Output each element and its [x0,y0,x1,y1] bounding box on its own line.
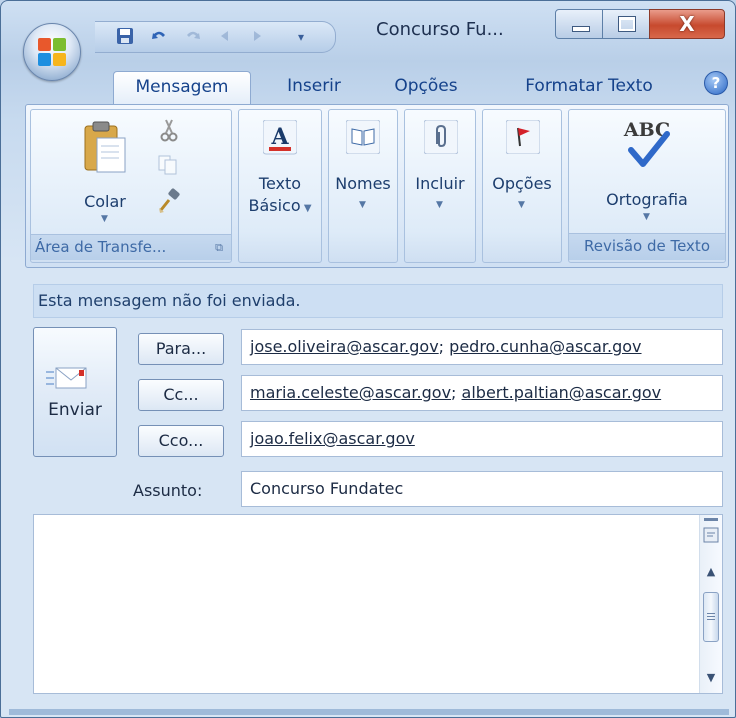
group-revisao-de-texto: ABC Ortografia ▼ Revisão de Texto [568,109,726,263]
address-book-icon [346,120,380,154]
clipboard-group-title: Área de Transfe... [35,238,167,256]
office-logo-icon [38,38,66,66]
bottom-border [9,709,729,715]
message-body-text [34,515,722,527]
paste-button[interactable]: Colar ▼ [77,116,133,226]
cut-icon[interactable] [159,118,179,142]
vertical-scrollbar[interactable]: ▲ ▼ [699,515,722,693]
ribbon: Colar ▼ Área de Transfe... ⧉ A Texto Bás… [25,104,729,268]
office-button[interactable] [23,23,81,81]
tab-formatar-texto[interactable]: Formatar Texto [509,71,669,105]
maximize-button[interactable] [602,9,650,39]
incluir-dropdown-icon: ▼ [436,200,443,210]
help-icon[interactable]: ? [704,71,728,95]
recipient: joao.felix@ascar.gov [250,429,415,448]
ortografia-dropdown-icon: ▼ [643,212,650,222]
font-color-icon: A [263,120,297,155]
texto-basico-label-2: Básico ▼ [248,196,312,215]
minimize-button[interactable] [555,9,603,39]
tab-opcoes[interactable]: Opções [381,71,471,105]
subject-field[interactable]: Concurso Fundatec [241,471,723,507]
redo-icon[interactable] [183,27,203,47]
nomes-button[interactable]: Nomes ▼ [328,109,398,263]
opcoes-label: Opções [492,174,552,193]
maximize-icon [618,16,636,32]
svg-text:A: A [270,124,289,150]
tab-inserir[interactable]: Inserir [269,71,359,105]
opcoes-dropdown-icon: ▼ [518,200,525,210]
incluir-button[interactable]: Incluir ▼ [404,109,476,263]
ruler-toggle-icon[interactable] [703,527,719,543]
texto-basico-label-1: Texto [258,174,302,193]
save-icon[interactable] [115,27,135,47]
recipient: jose.oliveira@ascar.gov [250,337,439,356]
nomes-dropdown-icon: ▼ [359,200,366,210]
subject-label: Assunto: [133,481,203,500]
paste-dropdown-icon: ▼ [101,214,108,224]
scroll-down-arrow-icon[interactable]: ▼ [700,671,722,684]
close-icon: X [679,12,695,36]
nomes-label: Nomes [335,174,391,193]
info-bar: Esta mensagem não foi enviada. [33,284,723,318]
title-bar: ▾ Concurso Fu... X [1,1,735,81]
cco-button[interactable]: Cco... [138,425,224,457]
paste-icon [84,121,126,173]
send-label: Enviar [48,400,102,420]
cc-field[interactable]: maria.celeste@ascar.gov; albert.paltian@… [241,375,723,411]
flag-icon [506,120,540,154]
cc-button[interactable]: Cc... [138,379,224,411]
copy-icon[interactable] [157,154,179,176]
next-item-icon[interactable] [247,27,267,47]
recipient: maria.celeste@ascar.gov [250,383,452,402]
incluir-label: Incluir [415,174,465,193]
quick-access-toolbar: ▾ [95,21,336,53]
ortografia-button[interactable]: ABC Ortografia ▼ [579,114,715,226]
recipient: albert.paltian@ascar.gov [461,383,662,402]
minimize-icon [572,26,590,32]
message-body[interactable]: ▲ ▼ [33,514,723,694]
scroll-up-arrow-icon[interactable]: ▲ [700,565,722,578]
split-bar[interactable] [704,518,718,521]
customize-toolbar-icon[interactable]: ▾ [291,27,311,47]
paste-label: Colar [84,192,126,211]
opcoes-button[interactable]: Opções ▼ [482,109,562,263]
window-title: Concurso Fu... [376,19,504,40]
previous-item-icon[interactable] [215,27,235,47]
clipboard-group-label: Área de Transfe... ⧉ [31,234,231,260]
spell-check-icon: ABC [623,119,670,167]
close-button[interactable]: X [649,9,725,39]
para-button[interactable]: Para... [138,333,224,365]
dialog-launcher-icon[interactable]: ⧉ [215,236,223,260]
cco-field[interactable]: joao.felix@ascar.gov [241,421,723,457]
para-field[interactable]: jose.oliveira@ascar.gov; pedro.cunha@asc… [241,329,723,365]
group-clipboard: Colar ▼ Área de Transfe... ⧉ [30,109,232,263]
recipient: pedro.cunha@ascar.gov [449,337,642,356]
ortografia-label: Ortografia [606,190,688,209]
tab-mensagem[interactable]: Mensagem [113,71,251,106]
send-button[interactable]: Enviar [33,327,117,457]
texto-basico-button[interactable]: A Texto Básico ▼ [238,109,322,263]
envelope-send-icon [46,367,87,389]
outlook-message-window: ▾ Concurso Fu... X Mensagem Inserir Opçõ… [0,0,736,718]
undo-icon[interactable] [149,27,169,47]
scrollbar-thumb[interactable] [703,592,719,642]
revisao-group-label: Revisão de Texto [569,233,725,260]
paperclip-icon [424,120,458,154]
format-painter-icon[interactable] [157,188,183,214]
